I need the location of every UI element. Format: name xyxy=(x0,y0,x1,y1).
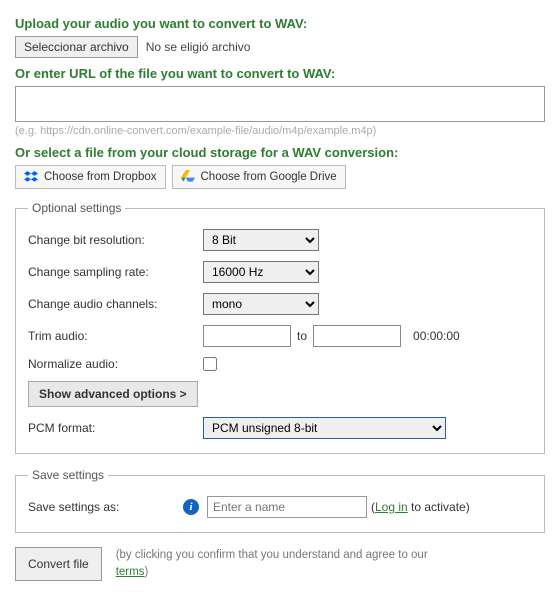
trim-separator: to xyxy=(297,329,307,343)
bit-resolution-select[interactable]: 8 Bit xyxy=(203,229,319,251)
trim-audio-row: Trim audio: to 00:00:00 xyxy=(28,325,532,347)
trim-audio-label: Trim audio: xyxy=(28,329,203,343)
cloud-row: Choose from Dropbox Choose from Google D… xyxy=(15,165,545,189)
trim-duration-text: 00:00:00 xyxy=(413,329,460,343)
sampling-rate-select[interactable]: 16000 Hz xyxy=(203,261,319,283)
dropbox-label: Choose from Dropbox xyxy=(44,171,157,183)
info-icon: i xyxy=(183,499,199,515)
save-settings-fieldset: Save settings Save settings as: i (Log i… xyxy=(15,468,545,533)
save-legend: Save settings xyxy=(28,468,108,482)
dropbox-icon xyxy=(24,170,38,184)
save-settings-row: Save settings as: i (Log in to activate) xyxy=(28,496,532,518)
pcm-format-label: PCM format: xyxy=(28,421,203,435)
gdrive-icon xyxy=(181,170,195,184)
login-link[interactable]: Log in xyxy=(375,500,408,514)
file-chooser-row: Seleccionar archivo No se eligió archivo xyxy=(15,36,545,58)
normalize-checkbox[interactable] xyxy=(203,357,217,371)
terms-link[interactable]: terms xyxy=(116,566,145,578)
file-select-button[interactable]: Seleccionar archivo xyxy=(15,36,138,58)
normalize-label: Normalize audio: xyxy=(28,357,203,371)
trim-start-input[interactable] xyxy=(203,325,291,347)
disclaimer-text: (by clicking you confirm that you unders… xyxy=(116,547,456,582)
trim-end-input[interactable] xyxy=(313,325,401,347)
optional-settings-fieldset: Optional settings Change bit resolution:… xyxy=(15,201,545,454)
login-note: (Log in to activate) xyxy=(371,500,470,514)
audio-channels-row: Change audio channels: mono xyxy=(28,293,532,315)
file-status-text: No se eligió archivo xyxy=(146,40,251,54)
optional-legend: Optional settings xyxy=(28,201,125,215)
sampling-rate-row: Change sampling rate: 16000 Hz xyxy=(28,261,532,283)
gdrive-button[interactable]: Choose from Google Drive xyxy=(172,165,346,189)
pcm-format-row: PCM format: PCM unsigned 8-bit xyxy=(28,417,532,439)
url-hint: (e.g. https://cdn.online-convert.com/exa… xyxy=(15,125,545,137)
pcm-format-select[interactable]: PCM unsigned 8-bit xyxy=(203,417,446,439)
dropbox-button[interactable]: Choose from Dropbox xyxy=(15,165,166,189)
save-settings-label: Save settings as: xyxy=(28,500,183,514)
url-heading: Or enter URL of the file you want to con… xyxy=(15,66,545,81)
convert-row: Convert file (by clicking you confirm th… xyxy=(15,547,545,582)
convert-button[interactable]: Convert file xyxy=(15,547,102,581)
sampling-rate-label: Change sampling rate: xyxy=(28,265,203,279)
cloud-heading: Or select a file from your cloud storage… xyxy=(15,145,545,160)
normalize-row: Normalize audio: xyxy=(28,357,532,371)
save-name-input[interactable] xyxy=(207,496,367,518)
advanced-options-button[interactable]: Show advanced options > xyxy=(28,381,198,407)
bit-resolution-label: Change bit resolution: xyxy=(28,233,203,247)
gdrive-label: Choose from Google Drive xyxy=(201,171,337,183)
bit-resolution-row: Change bit resolution: 8 Bit xyxy=(28,229,532,251)
audio-channels-label: Change audio channels: xyxy=(28,297,203,311)
url-input[interactable] xyxy=(15,86,545,122)
upload-heading: Upload your audio you want to convert to… xyxy=(15,16,545,31)
audio-channels-select[interactable]: mono xyxy=(203,293,319,315)
